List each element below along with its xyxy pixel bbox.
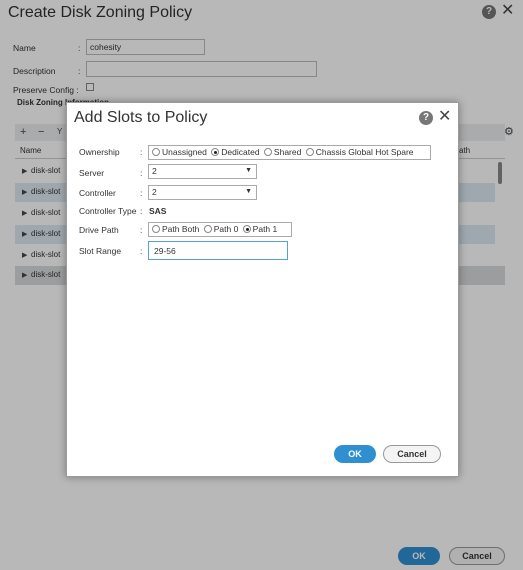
row-name: disk-slot	[31, 166, 61, 175]
slot-range-input[interactable]	[148, 241, 288, 260]
column-header-path[interactable]: ath	[459, 146, 470, 155]
option-label: Path Both	[162, 224, 200, 234]
drive-path-label: Drive Path	[79, 225, 119, 235]
expand-arrow-icon[interactable]: ▶	[22, 230, 27, 238]
modal-title: Add Slots to Policy	[74, 109, 208, 126]
option-label: Path 0	[213, 224, 239, 234]
row-name: disk-slot	[31, 229, 61, 238]
help-icon[interactable]: ?	[419, 111, 433, 125]
ownership-option-chassis-global-hot-spare[interactable]: Chassis Global Hot Spare	[305, 146, 414, 159]
dialog-title: Create Disk Zoning Policy	[8, 4, 193, 21]
close-icon[interactable]: ✕	[501, 2, 514, 20]
description-colon: :	[78, 66, 81, 76]
help-icon[interactable]: ?	[482, 5, 496, 19]
controller-label: Controller	[79, 188, 116, 198]
remove-row-button[interactable]: −	[38, 126, 44, 138]
drive-path-option-0[interactable]: Path 0	[203, 223, 239, 236]
controller-type-colon: :	[140, 206, 143, 216]
row-name: disk-slot	[31, 187, 61, 196]
row-name: disk-slot	[31, 208, 61, 217]
cancel-button[interactable]: Cancel	[449, 547, 505, 565]
close-icon[interactable]: ✕	[438, 108, 451, 126]
add-slots-to-policy-dialog: Add Slots to Policy ? ✕ Ownership : Unas…	[66, 102, 459, 477]
expand-arrow-icon[interactable]: ▶	[22, 209, 27, 217]
controller-value: 2	[152, 187, 157, 197]
table-scrollbar[interactable]	[498, 162, 502, 184]
slot-range-colon: :	[140, 246, 143, 256]
option-label: Path 1	[252, 224, 278, 234]
radio-unselected-icon	[203, 225, 212, 233]
controller-type-value: SAS	[149, 206, 167, 216]
server-colon: :	[140, 168, 143, 178]
ownership-radio-group: Unassigned Dedicated Shared Chassis Glob…	[148, 145, 431, 160]
chevron-down-icon: ▼	[245, 167, 252, 174]
name-label: Name	[13, 43, 36, 53]
drive-path-option-both[interactable]: Path Both	[152, 223, 199, 236]
radio-unselected-icon	[263, 148, 272, 156]
filter-icon[interactable]: Y	[57, 126, 62, 138]
preserve-config-label: Preserve Config :	[13, 85, 79, 95]
drive-path-radio-group: Path Both Path 0 Path 1	[148, 222, 292, 237]
option-label: Chassis Global Hot Spare	[315, 147, 414, 157]
server-label: Server	[79, 168, 105, 178]
chevron-down-icon: ▼	[245, 188, 252, 195]
ownership-option-dedicated[interactable]: Dedicated	[211, 146, 260, 159]
add-row-button[interactable]: +	[20, 126, 26, 138]
row-name: disk-slot	[31, 250, 61, 259]
radio-unselected-icon	[152, 148, 160, 156]
expand-arrow-icon[interactable]: ▶	[22, 188, 27, 196]
cancel-button[interactable]: Cancel	[383, 445, 441, 463]
column-header-name[interactable]: Name	[20, 146, 41, 155]
ok-button[interactable]: OK	[334, 445, 376, 463]
expand-arrow-icon[interactable]: ▶	[22, 251, 27, 259]
ownership-option-unassigned[interactable]: Unassigned	[152, 146, 207, 159]
ownership-option-shared[interactable]: Shared	[263, 146, 302, 159]
ok-button[interactable]: OK	[398, 547, 440, 565]
expand-arrow-icon[interactable]: ▶	[22, 271, 27, 279]
preserve-config-checkbox[interactable]	[86, 83, 94, 91]
name-input[interactable]	[86, 39, 205, 55]
radio-selected-icon	[211, 148, 220, 156]
controller-type-label: Controller Type	[79, 206, 137, 216]
option-label: Unassigned	[162, 147, 207, 157]
radio-unselected-icon	[152, 225, 160, 233]
radio-unselected-icon	[305, 148, 314, 156]
drive-path-option-1[interactable]: Path 1	[242, 223, 278, 236]
expand-arrow-icon[interactable]: ▶	[22, 167, 27, 175]
gear-icon[interactable]: ⚙	[504, 125, 514, 138]
ownership-label: Ownership	[79, 147, 120, 157]
controller-select[interactable]: 2 ▼	[148, 185, 257, 200]
server-value: 2	[152, 166, 157, 176]
server-select[interactable]: 2 ▼	[148, 164, 257, 179]
slot-range-label: Slot Range	[79, 246, 122, 256]
controller-colon: :	[140, 188, 143, 198]
option-label: Shared	[273, 147, 302, 157]
option-label: Dedicated	[221, 147, 260, 157]
radio-selected-icon	[242, 225, 251, 233]
name-colon: :	[78, 43, 81, 53]
drive-path-colon: :	[140, 225, 143, 235]
description-label: Description	[13, 66, 56, 76]
ownership-colon: :	[140, 147, 143, 157]
description-input[interactable]	[86, 61, 317, 77]
row-name: disk-slot	[31, 270, 61, 279]
